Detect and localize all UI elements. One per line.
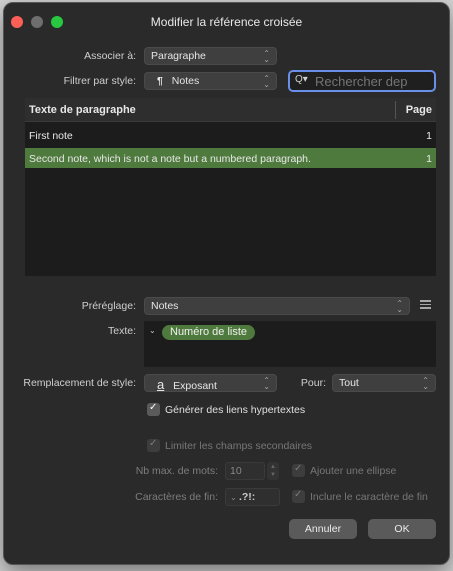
hamburger-menu-icon[interactable] bbox=[420, 300, 431, 309]
end-chars-value: .?!: bbox=[238, 491, 256, 503]
filtrer-label: Filtrer par style: bbox=[63, 75, 136, 87]
limit-fields-checkbox[interactable]: ✓ bbox=[147, 438, 160, 452]
character-style-icon: a bbox=[157, 377, 165, 392]
chevron-updown-icon: ⌃ ⌄ bbox=[263, 376, 270, 391]
window-title: Modifier la référence croisée bbox=[150, 15, 303, 29]
texte-field[interactable]: ⌄ Numéro de liste bbox=[144, 321, 436, 367]
include-end-checkbox[interactable]: ✓ bbox=[292, 489, 305, 503]
max-words-label: Nb max. de mots: bbox=[135, 465, 218, 477]
ellipsis-checkbox[interactable]: ✓ bbox=[292, 463, 305, 477]
pour-popup[interactable]: Tout ⌃ ⌄ bbox=[332, 374, 436, 392]
hyperlinks-label: Générer des liens hypertextes bbox=[165, 404, 306, 416]
disclosure-chevron-icon[interactable]: ⌄ bbox=[149, 326, 156, 335]
row-text: Second note, which is not a note but a n… bbox=[29, 153, 311, 165]
preset-label: Préréglage: bbox=[81, 300, 136, 312]
column-header-text[interactable]: Texte de paragraphe bbox=[29, 104, 136, 116]
search-icon[interactable]: Q▾ bbox=[295, 74, 308, 85]
dialog-window: Modifier la référence croisée Associer à… bbox=[3, 2, 450, 565]
preset-popup[interactable]: Notes ⌃ ⌄ bbox=[144, 297, 410, 315]
associer-value: Paragraphe bbox=[151, 50, 206, 62]
row-text: First note bbox=[29, 130, 73, 142]
checkmark-icon: ✓ bbox=[294, 463, 303, 474]
ok-button[interactable]: OK bbox=[368, 519, 436, 539]
chevron-updown-icon: ⌃ ⌄ bbox=[396, 299, 403, 314]
limit-fields-label: Limiter les champs secondaires bbox=[165, 440, 313, 452]
filtrer-popup[interactable]: ¶ Notes ⌃ ⌄ bbox=[144, 72, 277, 90]
chevron-down-icon: ⌄ bbox=[230, 493, 239, 502]
chevron-updown-icon: ⌃ ⌄ bbox=[263, 49, 270, 64]
pour-label: Pour: bbox=[300, 377, 326, 389]
style-replace-value: Exposant bbox=[173, 380, 217, 392]
table-row-selected[interactable]: Second note, which is not a note but a n… bbox=[25, 148, 436, 168]
associer-label: Associer à: bbox=[84, 50, 136, 62]
pour-value: Tout bbox=[339, 377, 359, 389]
end-chars-label: Caractères de fin: bbox=[135, 491, 218, 503]
chevron-updown-icon: ⌃ ⌄ bbox=[422, 376, 429, 391]
end-chars-field[interactable]: ⌄ .?!: bbox=[225, 488, 280, 506]
max-words-field[interactable]: 10 bbox=[225, 462, 265, 480]
checkmark-icon: ✓ bbox=[149, 438, 158, 449]
cancel-button[interactable]: Annuler bbox=[289, 519, 357, 539]
paragraph-table: Texte de paragraphe Page First note 1 Se… bbox=[25, 98, 436, 276]
associer-popup[interactable]: Paragraphe ⌃ ⌄ bbox=[144, 47, 277, 65]
column-divider bbox=[395, 101, 396, 119]
checkmark-icon: ✓ bbox=[294, 489, 303, 500]
preset-value: Notes bbox=[151, 300, 179, 312]
ellipsis-label: Ajouter une ellipse bbox=[310, 465, 397, 477]
column-header-page[interactable]: Page bbox=[406, 104, 432, 116]
chevron-updown-icon: ⌃ ⌄ bbox=[263, 74, 270, 89]
list-number-token[interactable]: Numéro de liste bbox=[162, 325, 256, 340]
search-input[interactable] bbox=[315, 73, 432, 89]
max-words-stepper[interactable]: ▲ ▼ bbox=[267, 462, 279, 480]
include-end-label: Inclure le caractère de fin bbox=[310, 491, 428, 503]
search-field[interactable]: Q▾ bbox=[288, 70, 436, 92]
style-replace-popup[interactable]: a Exposant ⌃ ⌄ bbox=[144, 374, 277, 392]
title-bar: Modifier la référence croisée bbox=[4, 3, 449, 41]
row-page: 1 bbox=[426, 130, 432, 142]
hyperlinks-checkbox[interactable]: ✓ bbox=[147, 402, 160, 416]
checkmark-icon: ✓ bbox=[149, 402, 158, 413]
table-header: Texte de paragraphe Page bbox=[25, 98, 436, 122]
pilcrow-icon: ¶ bbox=[157, 75, 163, 87]
row-page: 1 bbox=[426, 153, 432, 165]
texte-label: Texte: bbox=[107, 325, 136, 337]
table-row[interactable]: First note 1 bbox=[25, 125, 436, 145]
filtrer-value: Notes bbox=[171, 75, 200, 87]
style-replace-label: Remplacement de style: bbox=[23, 377, 136, 389]
